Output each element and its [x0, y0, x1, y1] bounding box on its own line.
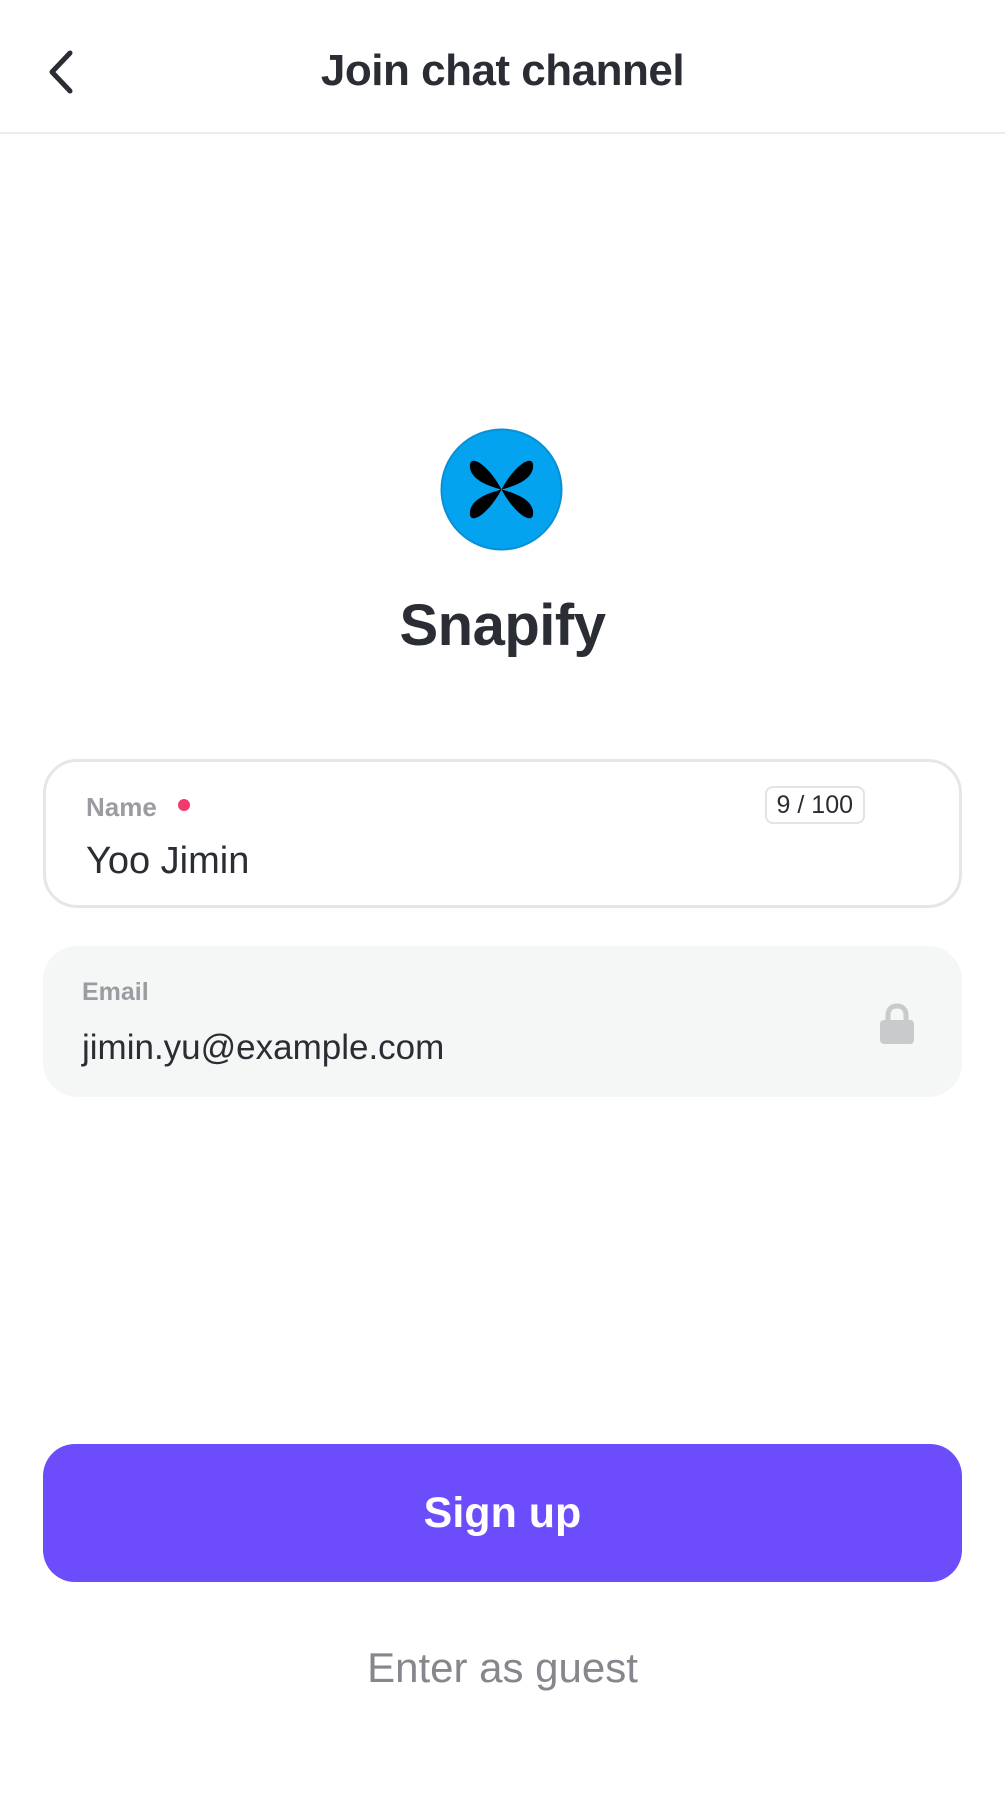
butterfly-logo-icon [440, 428, 563, 551]
top-app-bar: Join chat channel [0, 0, 1005, 134]
name-field[interactable]: Name 9 / 100 Yoo Jimin [43, 759, 962, 908]
email-label: Email [82, 978, 149, 1006]
email-field: Email jimin.yu@example.com [43, 946, 962, 1097]
brand-name: Snapify [399, 593, 607, 658]
name-label: Name [86, 792, 157, 822]
lock-icon [880, 1003, 914, 1044]
character-counter: 9 / 100 [764, 786, 865, 824]
enter-as-guest-link[interactable]: Enter as guest [0, 1644, 1005, 1692]
email-value: jimin.yu@example.com [82, 1028, 445, 1067]
signup-button[interactable]: Sign up [43, 1444, 962, 1582]
name-input-value[interactable]: Yoo Jimin [86, 840, 249, 883]
page-title: Join chat channel [320, 46, 685, 95]
required-indicator [178, 799, 190, 811]
